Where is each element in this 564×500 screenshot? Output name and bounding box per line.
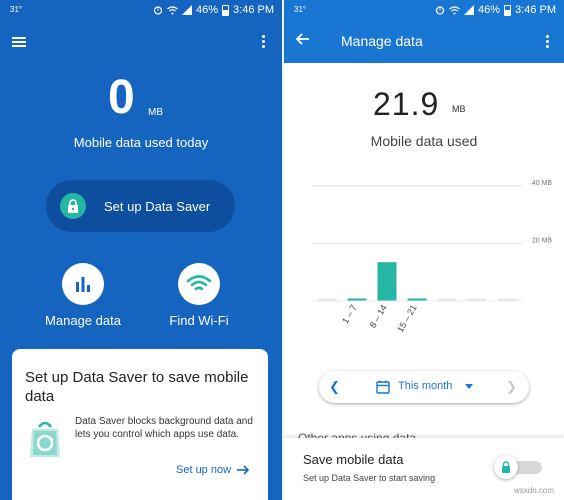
wifi-icon: [167, 5, 178, 14]
data-saver-card: Set up Data Saver to save mobile data Da…: [12, 349, 268, 500]
arrow-back-icon[interactable]: [296, 33, 310, 45]
dropdown-arrow-icon[interactable]: [465, 384, 473, 389]
clock-time: 3:46 PM: [233, 4, 274, 16]
manage-data-button[interactable]: [62, 263, 104, 305]
battery-icon: [222, 4, 230, 16]
manage-data-label[interactable]: Manage data: [28, 313, 138, 328]
manage-data-screen: 31° 46% 3:46 PM Manage data 21.9 MB Mobi…: [284, 0, 564, 500]
period-pager: ❮ This month ❯: [319, 371, 529, 403]
more-vert-icon[interactable]: [546, 35, 550, 49]
data-used-today-caption: Mobile data used today: [73, 135, 209, 150]
battery-icon: [504, 4, 512, 16]
alarm-icon: [435, 6, 445, 15]
lock-icon: [60, 193, 86, 219]
y-tick-label: 20 MB: [532, 238, 553, 245]
arrow-forward-icon: [237, 465, 250, 475]
status-bar: 31° 46% 3:46 PM: [0, 0, 282, 22]
usage-bar-chart: 20 MB 40 MB 1 – 7 8 – 14 15 – 21: [312, 180, 553, 334]
data-used-value: 21.9: [373, 86, 440, 122]
save-mobile-data-subtitle: Set up Data Saver to start saving: [303, 473, 436, 483]
signal-icon: [464, 5, 474, 15]
lock-icon: [502, 461, 510, 473]
card-title: Set up Data Saver to save mobile data: [25, 369, 249, 405]
set-up-data-saver-label: Set up Data Saver: [104, 198, 211, 214]
signal-icon: [182, 5, 192, 15]
card-description: Data Saver blocks background data and le…: [75, 416, 253, 440]
battery-percent: 46%: [478, 4, 501, 16]
data-used-caption: Mobile data used: [370, 133, 478, 149]
data-saver-toggle[interactable]: [494, 455, 544, 479]
calendar-icon: [376, 380, 390, 394]
data-unit: MB: [148, 107, 163, 118]
toggle-knob: [494, 455, 518, 479]
data-unit: MB: [452, 104, 466, 114]
find-wifi-label[interactable]: Find Wi-Fi: [144, 313, 254, 328]
other-apps-heading: Other apps using data: [298, 431, 417, 438]
x-tick-label: 1 – 7: [340, 303, 359, 325]
clock-time: 3:46 PM: [515, 4, 556, 16]
temperature-text: 31°: [10, 5, 23, 14]
status-bar: 31° 46% 3:46 PM: [284, 0, 564, 22]
y-tick-label: 40 MB: [532, 180, 553, 187]
home-screen: 31° 46% 3:46 PM 0 MB Mobile data used to…: [0, 0, 282, 500]
period-select[interactable]: This month: [398, 380, 452, 392]
set-up-data-saver-button[interactable]: Set up Data Saver: [46, 180, 235, 232]
x-tick-label: 8 – 14: [368, 303, 389, 330]
hamburger-menu-icon[interactable]: [12, 37, 26, 47]
data-used-today-value: 0: [108, 71, 135, 124]
alarm-icon: [153, 6, 163, 15]
page-title: Manage data: [341, 33, 423, 49]
temperature-text: 31°: [294, 5, 307, 14]
set-up-now-label: Set up now: [176, 464, 232, 476]
chevron-left-icon[interactable]: ❮: [329, 379, 340, 395]
watermark-text: wsxdn.com: [513, 486, 554, 495]
wifi-icon: [187, 275, 211, 291]
data-saver-bag-icon: [28, 419, 62, 464]
x-tick-label: 15 – 21: [395, 303, 419, 334]
set-up-now-link[interactable]: Set up now: [176, 464, 250, 476]
save-mobile-data-title: Save mobile data: [303, 452, 404, 467]
bar-2: [377, 262, 397, 301]
wifi-icon: [449, 5, 460, 14]
app-bar: 31° 46% 3:46 PM Manage data: [284, 0, 564, 63]
battery-percent: 46%: [196, 4, 219, 16]
more-vert-icon[interactable]: [262, 35, 266, 49]
chevron-right-icon[interactable]: ❯: [506, 379, 517, 395]
find-wifi-button[interactable]: [178, 263, 220, 305]
bar-chart-icon: [76, 277, 90, 292]
